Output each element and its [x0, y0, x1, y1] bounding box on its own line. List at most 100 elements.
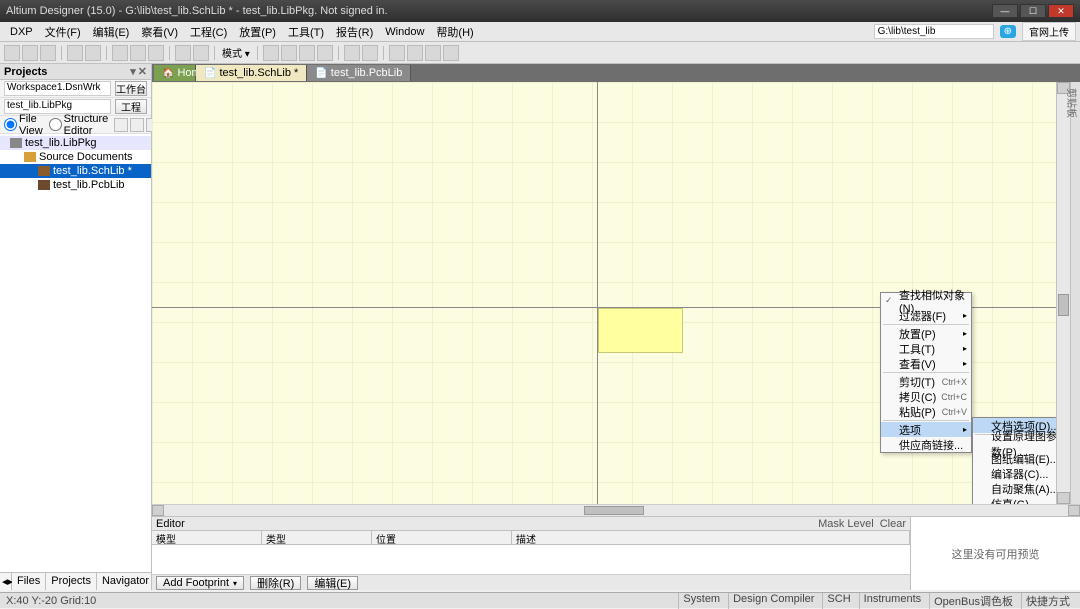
- panel-close-icon[interactable]: ✕: [138, 65, 147, 78]
- upload-button[interactable]: 官网上传: [1022, 22, 1076, 41]
- cloud-icon[interactable]: ⊕: [1000, 25, 1016, 38]
- stab-navigator[interactable]: Navigator: [97, 573, 151, 590]
- menu-project[interactable]: 工程(C): [184, 24, 233, 40]
- component-body[interactable]: [598, 308, 683, 353]
- scroll-right-icon[interactable]: [1068, 505, 1080, 516]
- menu-edit[interactable]: 编辑(E): [87, 24, 136, 40]
- horizontal-scrollbar[interactable]: [152, 504, 1080, 516]
- workspace-button[interactable]: 工作台: [115, 81, 147, 96]
- stab-files[interactable]: Files: [12, 573, 46, 590]
- delete-button[interactable]: 删除(R): [250, 576, 301, 590]
- hscroll-thumb[interactable]: [584, 506, 644, 515]
- sub-sch-params[interactable]: 设置原理图参数(P)...: [973, 436, 1056, 451]
- tb-new[interactable]: [4, 45, 20, 61]
- tree-schlib[interactable]: test_lib.SchLib *: [0, 164, 151, 178]
- vertical-scrollbar[interactable]: [1056, 82, 1070, 504]
- tb-cut[interactable]: [112, 45, 128, 61]
- tree-pcblib[interactable]: test_lib.PcbLib: [0, 178, 151, 192]
- menu-tools[interactable]: 工具(T): [282, 24, 330, 40]
- tree-pkg[interactable]: test_lib.LibPkg: [0, 136, 151, 150]
- project-button[interactable]: 工程: [115, 99, 147, 114]
- tb-open[interactable]: [22, 45, 38, 61]
- project-tree: test_lib.LibPkg Source Documents test_li…: [0, 134, 151, 572]
- view-icon-1[interactable]: [114, 118, 128, 132]
- file-view-radio[interactable]: File View: [4, 113, 43, 137]
- ctx-supplier[interactable]: 供应商链接...: [881, 437, 971, 452]
- tb-place1[interactable]: [263, 45, 279, 61]
- menu-help[interactable]: 帮助(H): [430, 24, 479, 40]
- tb-align2[interactable]: [362, 45, 378, 61]
- tab-pcblib[interactable]: 📄 test_lib.PcbLib: [307, 65, 411, 81]
- sub-autofocus[interactable]: 自动聚焦(A)...: [973, 481, 1056, 496]
- tb-save[interactable]: [40, 45, 56, 61]
- sub-compiler[interactable]: 编译器(C)...: [973, 466, 1056, 481]
- tb-place2[interactable]: [281, 45, 297, 61]
- menu-view[interactable]: 察看(V): [135, 24, 184, 40]
- menu-window[interactable]: Window: [379, 26, 430, 38]
- tb-undo[interactable]: [175, 45, 191, 61]
- sub-sheet-edit[interactable]: 图纸编辑(E)...: [973, 451, 1056, 466]
- tree-source[interactable]: Source Documents: [0, 150, 151, 164]
- stab-projects[interactable]: Projects: [46, 573, 97, 590]
- menu-dxp[interactable]: DXP: [4, 26, 39, 38]
- minimize-button[interactable]: —: [992, 4, 1018, 18]
- ctx-filter[interactable]: 过滤器(F)▸: [881, 308, 971, 323]
- tb-paste[interactable]: [148, 45, 164, 61]
- menu-place[interactable]: 放置(P): [233, 24, 282, 40]
- stab-nav[interactable]: ◂▸: [0, 573, 12, 590]
- axis-vertical: [597, 82, 598, 504]
- panel-pin-icon[interactable]: ▾: [130, 65, 136, 78]
- ctx-tools[interactable]: 工具(T)▸: [881, 341, 971, 356]
- close-button[interactable]: ✕: [1048, 4, 1074, 18]
- status-shortcut[interactable]: 快捷方式: [1021, 593, 1074, 609]
- status-instruments[interactable]: Instruments: [859, 593, 925, 609]
- mask-level-link[interactable]: Mask Level: [818, 518, 874, 530]
- tb-grid2[interactable]: [407, 45, 423, 61]
- tb-place3[interactable]: [299, 45, 315, 61]
- scroll-down-icon[interactable]: [1057, 492, 1070, 504]
- model-table-body[interactable]: [152, 545, 910, 574]
- tab-home[interactable]: 🏠 Home: [154, 65, 196, 81]
- tb-align1[interactable]: [344, 45, 360, 61]
- tb-grid3[interactable]: [425, 45, 441, 61]
- ctx-place[interactable]: 放置(P)▸: [881, 326, 971, 341]
- edit-button[interactable]: 编辑(E): [307, 576, 358, 590]
- col-model[interactable]: 模型: [152, 531, 262, 544]
- mode-label[interactable]: 模式 ▾: [220, 45, 252, 60]
- col-desc[interactable]: 描述: [512, 531, 910, 544]
- status-compiler[interactable]: Design Compiler: [728, 593, 818, 609]
- scroll-thumb[interactable]: [1058, 294, 1069, 316]
- scroll-left-icon[interactable]: [152, 505, 164, 516]
- sub-sim[interactable]: 仿真(G)...: [973, 496, 1056, 504]
- ctx-copy[interactable]: 拷贝(C)Ctrl+C: [881, 389, 971, 404]
- structure-editor-radio[interactable]: Structure Editor: [49, 113, 109, 137]
- add-footprint-button[interactable]: Add Footprint▾: [156, 576, 244, 590]
- tb-copy[interactable]: [130, 45, 146, 61]
- tb-grid1[interactable]: [389, 45, 405, 61]
- ctx-options[interactable]: 选项▸: [881, 422, 971, 437]
- ctx-view[interactable]: 查看(V)▸: [881, 356, 971, 371]
- right-panel-tab[interactable]: 剪贴板: [1070, 82, 1080, 504]
- ctx-paste[interactable]: 粘贴(P)Ctrl+V: [881, 404, 971, 419]
- menu-report[interactable]: 报告(R): [330, 24, 379, 40]
- status-sch[interactable]: SCH: [822, 593, 854, 609]
- status-system[interactable]: System: [678, 593, 724, 609]
- maximize-button[interactable]: ☐: [1020, 4, 1046, 18]
- clear-link[interactable]: Clear: [880, 518, 906, 530]
- tb-grid4[interactable]: [443, 45, 459, 61]
- col-location[interactable]: 位置: [372, 531, 512, 544]
- view-icon-2[interactable]: [130, 118, 144, 132]
- ctx-find-similar[interactable]: 查找相似对象(N)...: [881, 293, 971, 308]
- tb-print[interactable]: [67, 45, 83, 61]
- path-input[interactable]: [874, 24, 994, 39]
- tb-place4[interactable]: [317, 45, 333, 61]
- tab-schlib[interactable]: 📄 test_lib.SchLib *: [196, 65, 307, 81]
- schematic-canvas[interactable]: 查找相似对象(N)... 过滤器(F)▸ 放置(P)▸ 工具(T)▸ 查看(V)…: [152, 82, 1056, 504]
- menu-file[interactable]: 文件(F): [39, 24, 87, 40]
- workspace-select[interactable]: Workspace1.DsnWrk: [4, 81, 111, 96]
- col-type[interactable]: 类型: [262, 531, 372, 544]
- tb-zoom[interactable]: [85, 45, 101, 61]
- tb-redo[interactable]: [193, 45, 209, 61]
- ctx-cut[interactable]: 剪切(T)Ctrl+X: [881, 374, 971, 389]
- status-openbus[interactable]: OpenBus调色板: [929, 593, 1017, 609]
